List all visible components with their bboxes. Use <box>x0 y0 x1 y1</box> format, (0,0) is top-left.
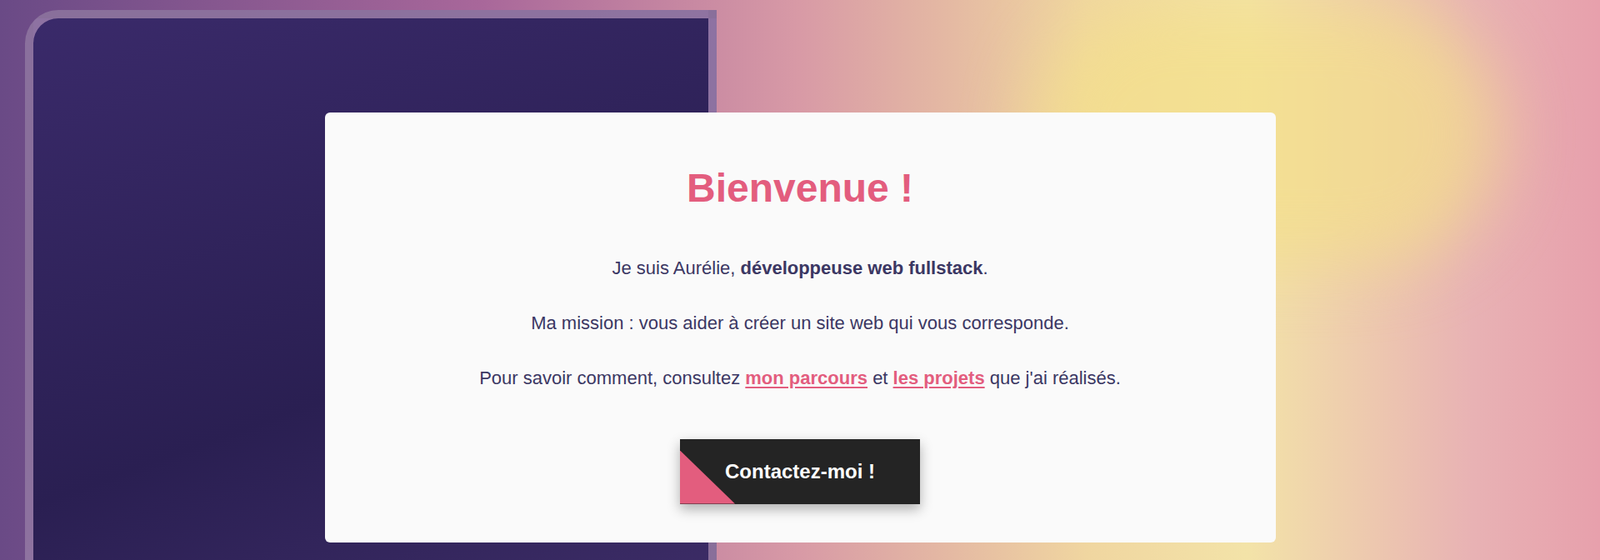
text-segment: Pour savoir comment, consultez <box>479 367 745 389</box>
hero: Bienvenue ! Je suis Aurélie, développeuse… <box>0 0 1600 560</box>
contact-label[interactable]: Contactez-moi ! <box>725 460 875 483</box>
highlight-text: développeuse web fullstack <box>740 257 983 279</box>
intro-paragraph: Pour savoir comment, consultez mon parco… <box>479 365 1121 392</box>
page-link[interactable]: mon parcours <box>745 367 868 389</box>
text-segment: Ma mission : vous aider à créer un site … <box>530 312 1070 334</box>
contact-button[interactable]: Contactez-moi ! <box>680 439 920 505</box>
page-link[interactable]: les projets <box>893 367 985 389</box>
text-segment: . <box>982 257 988 279</box>
intro-paragraph: Je suis Aurélie, développeuse web fullst… <box>611 255 988 282</box>
text-segment: et <box>867 367 894 389</box>
intro-paragraph: Ma mission : vous aider à créer un site … <box>530 310 1070 337</box>
intro-text: Je suis Aurélie, développeuse web fullst… <box>479 255 1121 392</box>
welcome-card: Bienvenue ! Je suis Aurélie, développeuse… <box>325 112 1276 543</box>
text-segment: Je suis Aurélie, <box>611 257 740 279</box>
text-segment: que j'ai réalisés. <box>985 367 1121 389</box>
welcome-title: Bienvenue ! <box>686 164 914 213</box>
